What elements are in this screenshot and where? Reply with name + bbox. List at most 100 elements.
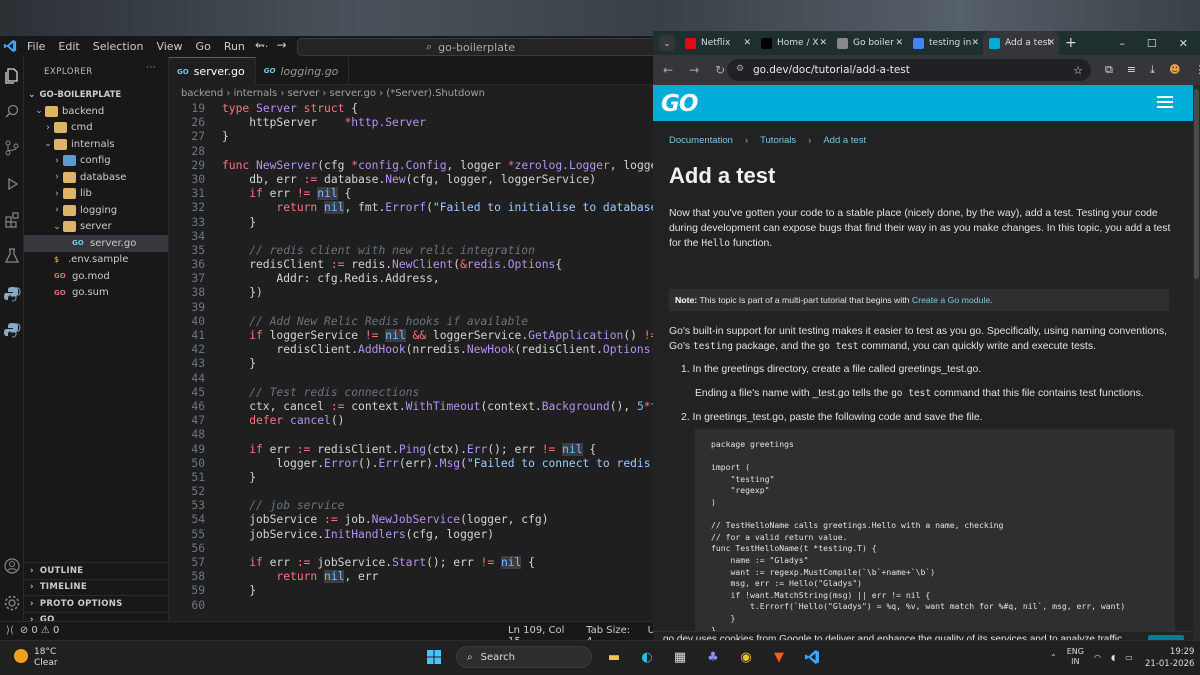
code-line[interactable]: 53 // job service bbox=[169, 499, 655, 513]
code-line[interactable]: 35 // redis client with new relic integr… bbox=[169, 244, 655, 258]
profile-avatar[interactable]: ☻ bbox=[1169, 63, 1180, 77]
testing-flask-icon[interactable] bbox=[3, 247, 21, 265]
code-line[interactable]: 50 logger.Error().Err(err).Msg("Failed t… bbox=[169, 457, 655, 471]
windows-start-icon[interactable] bbox=[423, 646, 445, 668]
file-tree-item[interactable]: ⌄ server bbox=[24, 219, 168, 236]
code-line[interactable]: 34 bbox=[169, 230, 655, 244]
clock[interactable]: 19:29 21-01-2026 bbox=[1145, 646, 1194, 670]
tab-close-icon[interactable]: ✕ bbox=[1047, 38, 1055, 48]
code-line[interactable]: 47 defer cancel() bbox=[169, 414, 655, 428]
source-control-icon[interactable] bbox=[3, 139, 21, 157]
extensions-icon[interactable] bbox=[3, 211, 21, 229]
download-icon[interactable]: ⤓ bbox=[1150, 63, 1155, 77]
menu-item[interactable]: File bbox=[27, 40, 45, 53]
wifi-icon[interactable]: ◠ bbox=[1094, 653, 1101, 662]
code-line[interactable]: 40 // Add New Relic Redis hooks if avail… bbox=[169, 315, 655, 329]
weather-widget[interactable]: 18°C Clear bbox=[14, 647, 58, 669]
code-line[interactable]: 45 // Test redis connections bbox=[169, 386, 655, 400]
code-sample[interactable]: package greetings import ( "testing" "re… bbox=[695, 429, 1175, 640]
browser-tab[interactable]: Netflix ✕ bbox=[679, 31, 755, 55]
code-line[interactable]: 39 bbox=[169, 301, 655, 315]
menu-item[interactable]: View bbox=[156, 40, 182, 53]
browser-tab[interactable]: testing in ✕ bbox=[907, 31, 983, 55]
more-actions-icon[interactable]: ··· bbox=[146, 63, 156, 73]
code-line[interactable]: 31 if err != nil { bbox=[169, 187, 655, 201]
file-tree-item[interactable]: › cmd bbox=[24, 120, 168, 137]
hamburger-menu-icon[interactable] bbox=[1157, 96, 1173, 108]
browser-tab[interactable]: Go boiler ✕ bbox=[831, 31, 907, 55]
code-line[interactable]: 57 if err := jobService.Start(); err != … bbox=[169, 556, 655, 570]
page-scrollbar[interactable] bbox=[1193, 85, 1200, 640]
tray-expand-icon[interactable]: ⌃ bbox=[1050, 653, 1057, 662]
bookmark-star-icon[interactable]: ☆ bbox=[1073, 64, 1083, 77]
scrollbar-thumb[interactable] bbox=[1194, 89, 1199, 279]
sidebar-section[interactable]: › PROTO OPTIONS bbox=[24, 595, 169, 612]
problems-count[interactable]: ⊘ 0 ⚠ 0 bbox=[20, 625, 60, 636]
menu-item[interactable]: Run bbox=[224, 40, 245, 53]
menu-item[interactable]: Go bbox=[196, 40, 211, 53]
crumb-documentation[interactable]: Documentation bbox=[669, 135, 733, 146]
code-line[interactable]: 38 }) bbox=[169, 286, 655, 300]
code-line[interactable]: 60 bbox=[169, 599, 655, 613]
file-tree-item[interactable]: GO server.go bbox=[24, 235, 168, 252]
volume-icon[interactable]: ◖ bbox=[1111, 653, 1115, 662]
media-controls-icon[interactable]: ≡ bbox=[1127, 63, 1136, 77]
go-logo[interactable]: GO bbox=[661, 91, 698, 117]
file-tree-item[interactable]: › logging bbox=[24, 202, 168, 219]
brave-icon[interactable]: ▼ bbox=[768, 646, 790, 668]
code-line[interactable]: 56 bbox=[169, 542, 655, 556]
new-tab-button[interactable]: + bbox=[1065, 35, 1077, 51]
code-line[interactable]: 44 bbox=[169, 372, 655, 386]
breadcrumb[interactable]: backend › internals › server › server.go… bbox=[169, 85, 655, 102]
menu-item[interactable]: Edit bbox=[58, 40, 79, 53]
explorer-icon[interactable] bbox=[3, 67, 21, 85]
python-icon[interactable] bbox=[3, 285, 21, 303]
store-icon[interactable]: ▦ bbox=[669, 646, 691, 668]
code-line[interactable]: 26 httpServer *http.Server bbox=[169, 116, 655, 130]
editor-tab[interactable]: GO logging.go bbox=[256, 57, 350, 85]
browser-tab[interactable]: Add a test ✕ bbox=[983, 31, 1059, 55]
python-env-icon[interactable] bbox=[3, 321, 21, 339]
battery-icon[interactable]: ▭ bbox=[1125, 653, 1133, 662]
code-line[interactable]: 54 jobService := job.NewJobService(logge… bbox=[169, 513, 655, 527]
code-line[interactable]: 33 } bbox=[169, 216, 655, 230]
edge-icon[interactable]: ◐ bbox=[636, 646, 658, 668]
crumb-tutorials[interactable]: Tutorials bbox=[760, 135, 796, 146]
maximize-icon[interactable]: ☐ bbox=[1147, 37, 1157, 50]
file-tree-item[interactable]: GO go.mod bbox=[24, 268, 168, 285]
tab-close-icon[interactable]: ✕ bbox=[819, 38, 827, 48]
settings-gear-icon[interactable] bbox=[3, 594, 21, 612]
sidebar-section[interactable]: › TIMELINE bbox=[24, 578, 169, 596]
tab-close-icon[interactable]: ✕ bbox=[971, 38, 979, 48]
code-line[interactable]: 19 type Server struct { bbox=[169, 102, 655, 116]
file-tree-item[interactable]: $ .env.sample bbox=[24, 252, 168, 269]
site-info-icon[interactable]: ⚙ bbox=[736, 64, 744, 74]
reload-icon[interactable]: ↻ bbox=[715, 63, 725, 77]
code-line[interactable]: 41 if loggerService != nil && loggerServ… bbox=[169, 329, 655, 343]
code-line[interactable]: 42 redisClient.AddHook(nrredis.NewHook(r… bbox=[169, 343, 655, 357]
minimize-icon[interactable]: – bbox=[1119, 37, 1125, 50]
sidebar-section[interactable]: › OUTLINE bbox=[24, 562, 169, 579]
code-line[interactable]: 43 } bbox=[169, 357, 655, 371]
close-icon[interactable]: ✕ bbox=[1179, 37, 1188, 50]
code-view[interactable]: 19 type Server struct {26 httpServer *htt… bbox=[169, 102, 655, 613]
taskbar-search[interactable]: ⌕ Search bbox=[456, 646, 592, 668]
forward-icon[interactable]: → bbox=[689, 63, 699, 77]
tab-close-icon[interactable]: ✕ bbox=[895, 38, 903, 48]
chrome-icon[interactable]: ◉ bbox=[735, 646, 757, 668]
code-line[interactable]: 46 ctx, cancel := context.WithTimeout(co… bbox=[169, 400, 655, 414]
teams-icon[interactable]: ♣ bbox=[702, 646, 724, 668]
code-line[interactable]: 51 } bbox=[169, 471, 655, 485]
code-line[interactable]: 55 jobService.InitHandlers(cfg, logger) bbox=[169, 528, 655, 542]
file-explorer-icon[interactable]: ▬ bbox=[603, 646, 625, 668]
project-root[interactable]: ⌄ GO-BOILERPLATE bbox=[24, 87, 168, 103]
nav-arrows[interactable]: ← → bbox=[255, 38, 287, 52]
code-line[interactable]: 48 bbox=[169, 428, 655, 442]
file-tree-item[interactable]: › config bbox=[24, 153, 168, 170]
code-line[interactable]: 32 return nil, fmt.Errorf("Failed to ini… bbox=[169, 201, 655, 215]
chrome-menu-icon[interactable]: ⋮ bbox=[1194, 63, 1200, 77]
file-tree-item[interactable]: ⌄ internals bbox=[24, 136, 168, 153]
vscode-icon[interactable] bbox=[801, 646, 823, 668]
file-tree-item[interactable]: GO go.sum bbox=[24, 285, 168, 302]
file-tree-item[interactable]: › database bbox=[24, 169, 168, 186]
